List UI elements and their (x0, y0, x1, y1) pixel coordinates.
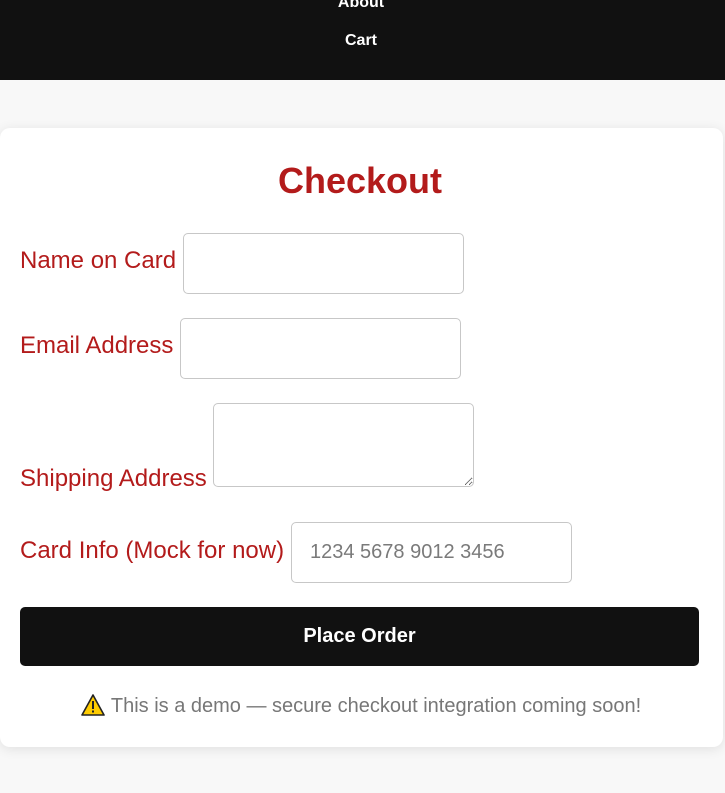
email-address-label: Email Address (20, 332, 174, 359)
card-info-input[interactable] (291, 522, 572, 583)
demo-notice-text: This is a demo — secure checkout integra… (110, 695, 642, 717)
checkout-card: Checkout Name on Card Email Address Ship… (0, 128, 723, 747)
shipping-address-label: Shipping Address (20, 465, 207, 492)
top-navigation: About Cart (0, 0, 725, 80)
demo-notice: This is a demo — secure checkout integra… (0, 693, 722, 723)
card-info-label: Card Info (Mock for now) (20, 537, 285, 564)
warning-icon (81, 694, 105, 723)
place-order-button[interactable]: Place Order (20, 607, 699, 666)
nav-link-about[interactable]: About (0, 0, 722, 13)
shipping-address-textarea[interactable] (213, 403, 474, 487)
nav-link-cart[interactable]: Cart (0, 31, 722, 51)
page-title: Checkout (277, 160, 443, 201)
email-address-input[interactable] (180, 318, 461, 379)
name-on-card-label: Name on Card (20, 247, 177, 274)
name-on-card-input[interactable] (183, 233, 464, 294)
